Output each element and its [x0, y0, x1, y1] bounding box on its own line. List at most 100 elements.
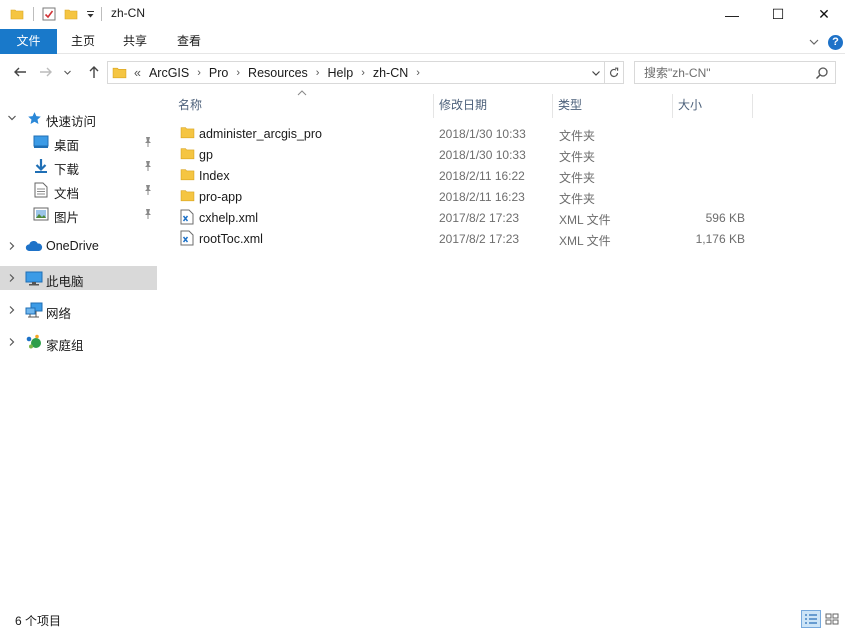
new-folder-icon[interactable] [63, 6, 79, 22]
breadcrumb-separator[interactable]: › [230, 67, 246, 79]
file-date: 2018/2/11 16:23 [439, 190, 525, 204]
details-view-button[interactable] [801, 610, 821, 628]
file-type: 文件夹 [559, 150, 596, 164]
maximize-button[interactable]: ☐ [755, 0, 801, 29]
search-input[interactable] [644, 65, 804, 81]
file-row[interactable]: gp 2018/1/30 10:33 文件夹 [173, 144, 763, 165]
nav-item-network[interactable]: 网络 [0, 298, 157, 322]
file-name[interactable]: cxhelp.xml [199, 211, 258, 225]
nav-item-documents[interactable]: 文档 [0, 178, 157, 202]
folder-icon[interactable] [9, 6, 25, 22]
column-divider[interactable] [672, 94, 673, 118]
nav-label-downloads: 下载 [54, 163, 80, 177]
column-header-name[interactable]: 名称 [175, 92, 430, 118]
refresh-icon[interactable] [604, 62, 623, 83]
divider [33, 7, 34, 21]
document-icon [33, 182, 49, 198]
breadcrumb-arcgis[interactable]: ArcGIS [147, 66, 191, 80]
tab-home[interactable]: 主页 [62, 29, 104, 54]
recent-locations-chevron-icon[interactable] [60, 63, 74, 81]
file-row[interactable]: administer_arcgis_pro 2018/1/30 10:33 文件… [173, 123, 763, 144]
network-icon [25, 302, 43, 318]
large-icons-view-button[interactable] [822, 610, 842, 628]
breadcrumb-separator[interactable]: › [310, 67, 326, 79]
column-divider[interactable] [552, 94, 553, 118]
column-divider[interactable] [433, 94, 434, 118]
chevron-right-icon[interactable] [7, 336, 17, 348]
nav-item-downloads[interactable]: 下载 [0, 154, 157, 178]
title-bar: zh-CN — ☐ ✕ [0, 0, 845, 29]
breadcrumb: « ArcGIS › Pro › Resources › Help › zh-C… [132, 62, 426, 83]
pin-icon[interactable] [143, 136, 153, 148]
cloud-icon [25, 238, 43, 254]
column-header-type[interactable]: 类型 [555, 92, 670, 118]
file-name[interactable]: Index [199, 169, 230, 183]
nav-item-quick-access[interactable]: 快速访问 [0, 106, 157, 130]
file-list: 名称 修改日期 类型 大小 administer_arcgis_pro 2018… [163, 89, 845, 601]
breadcrumb-resources[interactable]: Resources [246, 66, 310, 80]
properties-icon[interactable] [40, 6, 58, 22]
xml-file-icon [180, 209, 196, 225]
chevron-down-icon[interactable] [7, 112, 17, 124]
file-name[interactable]: pro-app [199, 190, 242, 204]
item-count: 6 个项目 [15, 614, 62, 628]
back-arrow-icon[interactable] [11, 63, 29, 81]
nav-label-documents: 文档 [54, 187, 80, 201]
file-name[interactable]: administer_arcgis_pro [199, 127, 322, 141]
folder-icon [180, 188, 196, 204]
pin-icon[interactable] [143, 184, 153, 196]
folder-icon [180, 167, 196, 183]
search-icon[interactable] [815, 66, 829, 80]
tab-share[interactable]: 共享 [114, 29, 156, 54]
tab-view[interactable]: 查看 [168, 29, 210, 54]
breadcrumb-zh-cn[interactable]: zh-CN [371, 66, 410, 80]
breadcrumb-separator[interactable]: › [410, 67, 426, 79]
chevron-right-icon[interactable] [7, 304, 17, 316]
file-name[interactable]: gp [199, 148, 213, 162]
help-icon[interactable]: ? [828, 35, 843, 50]
minimize-button[interactable]: — [709, 0, 755, 29]
nav-item-pictures[interactable]: 图片 [0, 202, 157, 226]
pin-icon[interactable] [143, 160, 153, 172]
chevron-right-icon[interactable] [7, 272, 17, 284]
homegroup-icon [25, 334, 43, 350]
up-arrow-icon[interactable] [85, 63, 103, 81]
nav-item-homegroup[interactable]: 家庭组 [0, 330, 157, 354]
pin-icon[interactable] [143, 208, 153, 220]
breadcrumb-separator[interactable]: › [191, 67, 207, 79]
expand-ribbon-icon[interactable] [807, 35, 821, 49]
tab-file[interactable]: 文件 [0, 29, 57, 54]
file-date: 2018/2/11 16:22 [439, 169, 525, 183]
breadcrumb-pro[interactable]: Pro [207, 66, 230, 80]
close-button[interactable]: ✕ [801, 0, 845, 29]
address-dropdown-chevron-icon[interactable] [589, 62, 603, 83]
file-row[interactable]: rootToc.xml 2017/8/2 17:23 XML 文件 1,176 … [173, 228, 763, 249]
divider [101, 7, 102, 21]
chevron-right-icon[interactable] [7, 240, 17, 252]
breadcrumb-help[interactable]: Help [325, 66, 355, 80]
address-bar[interactable]: « ArcGIS › Pro › Resources › Help › zh-C… [107, 61, 624, 84]
forward-arrow-icon[interactable] [37, 63, 55, 81]
nav-item-this-pc[interactable]: 此电脑 [0, 266, 157, 290]
file-name[interactable]: rootToc.xml [199, 232, 263, 246]
column-headers: 名称 修改日期 类型 大小 [163, 92, 763, 118]
search-box[interactable] [634, 61, 836, 84]
file-type: XML 文件 [559, 213, 611, 227]
column-header-date[interactable]: 修改日期 [436, 92, 551, 118]
xml-file-icon [180, 230, 196, 246]
column-header-size[interactable]: 大小 [675, 92, 750, 118]
file-row[interactable]: Index 2018/2/11 16:22 文件夹 [173, 165, 763, 186]
nav-label-pictures: 图片 [54, 211, 80, 225]
navigation-pane: 快速访问 桌面 下载 文档 图片 OneDrive 此电脑 网络 家庭组 [0, 89, 158, 601]
nav-item-onedrive[interactable]: OneDrive [0, 234, 157, 258]
nav-label-this-pc: 此电脑 [46, 275, 84, 289]
column-divider[interactable] [752, 94, 753, 118]
folder-icon [180, 146, 196, 162]
file-row[interactable]: pro-app 2018/2/11 16:23 文件夹 [173, 186, 763, 207]
ribbon-tabs: 文件 主页 共享 查看 ? [0, 29, 845, 54]
nav-item-desktop[interactable]: 桌面 [0, 130, 157, 154]
file-row[interactable]: cxhelp.xml 2017/8/2 17:23 XML 文件 596 KB [173, 207, 763, 228]
breadcrumb-overflow[interactable]: « [132, 66, 147, 80]
breadcrumb-separator[interactable]: › [355, 67, 371, 79]
customize-quick-access-icon[interactable] [84, 6, 96, 22]
